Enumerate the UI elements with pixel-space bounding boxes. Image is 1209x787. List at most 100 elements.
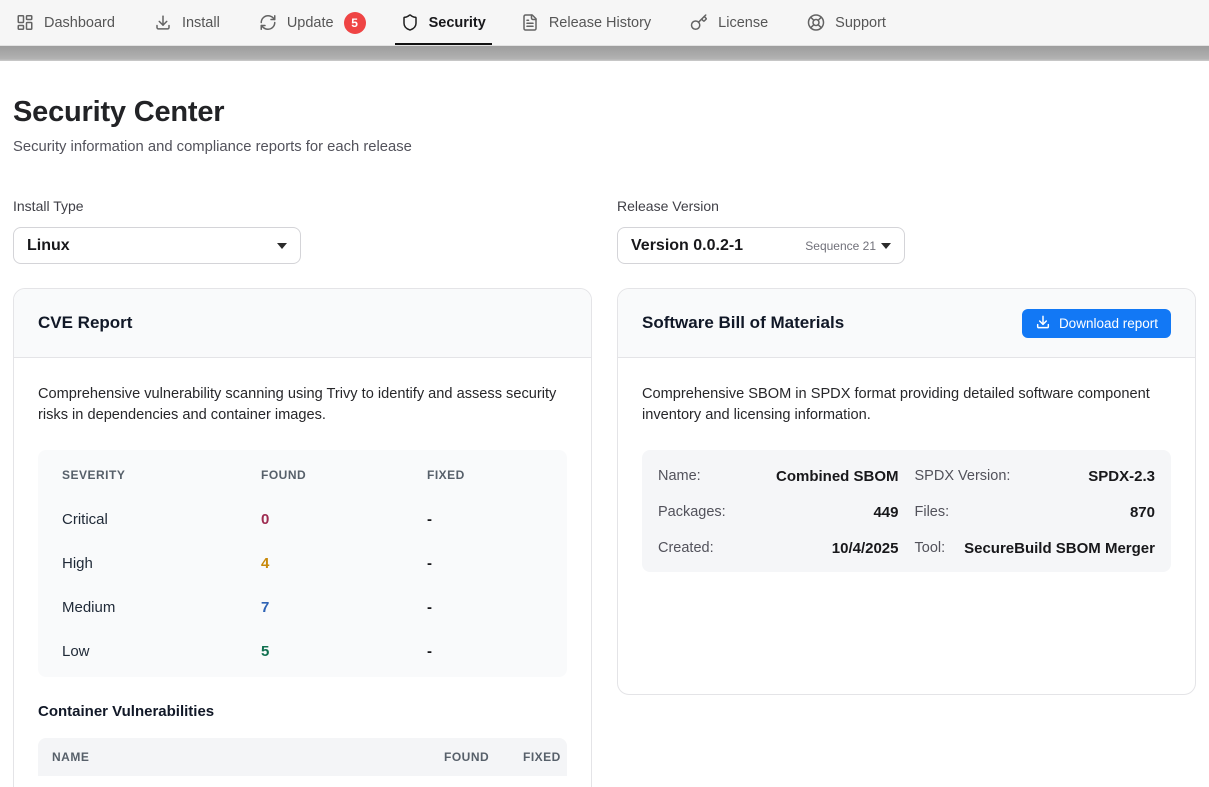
sbom-field: Created: 10/4/2025 <box>658 530 899 566</box>
nav-label: Release History <box>549 15 651 31</box>
sbom-field: Packages: 449 <box>658 494 899 530</box>
sbom-field-value: SecureBuild SBOM Merger <box>964 540 1155 557</box>
install-type-control: Install Type Linux <box>13 198 592 264</box>
found-cell: 5 <box>261 643 427 660</box>
nav-label: Security <box>429 15 486 31</box>
sbom-field-value: 870 <box>1130 504 1155 521</box>
layout-dashboard-icon <box>16 12 34 34</box>
sbom-field-value: Combined SBOM <box>776 468 899 485</box>
sbom-field-value: 10/4/2025 <box>832 540 899 557</box>
sbom-field-label: Name: <box>658 468 701 484</box>
fixed-cell: - <box>427 511 543 528</box>
sbom-field-value: 449 <box>873 504 898 521</box>
divider-band <box>0 45 1209 61</box>
container-vulns-table: NAME FOUND FIXED <box>38 738 567 776</box>
file-text-icon <box>521 12 539 34</box>
cve-card-body: Comprehensive vulnerability scanning usi… <box>14 358 591 787</box>
cards-grid: CVE Report Comprehensive vulnerability s… <box>13 288 1196 787</box>
nav-item-dashboard[interactable]: Dashboard <box>6 0 125 45</box>
install-type-label: Install Type <box>13 198 592 214</box>
install-type-value: Linux <box>27 237 70 255</box>
nav-item-license[interactable]: License <box>680 0 778 45</box>
key-icon <box>690 12 708 34</box>
controls-row: Install Type Linux Release Version Versi… <box>13 198 1196 264</box>
col-name: NAME <box>52 750 444 764</box>
table-row: Medium 7 - <box>38 585 567 629</box>
chevron-down-icon <box>881 243 891 249</box>
sbom-field: Files: 870 <box>915 494 1156 530</box>
main-content: Security Center Security information and… <box>0 96 1209 787</box>
sbom-card-header: Software Bill of Materials Download repo… <box>618 289 1195 358</box>
severity-cell: Medium <box>62 599 261 616</box>
col-fixed: FIXED <box>523 750 567 764</box>
sbom-field-label: SPDX Version: <box>915 468 1011 484</box>
fixed-cell: - <box>427 555 543 572</box>
top-nav: Dashboard Install Update 5 Security Rele… <box>0 0 1209 45</box>
download-report-button[interactable]: Download report <box>1022 309 1171 338</box>
sbom-row: Created: 10/4/2025 Tool: SecureBuild SBO… <box>658 530 1155 566</box>
severity-table-header: SEVERITY FOUND FIXED <box>38 452 567 497</box>
nav-label: Update <box>287 15 334 31</box>
release-version-control: Release Version Version 0.0.2-1 Sequence… <box>617 198 1196 264</box>
release-version-select[interactable]: Version 0.0.2-1 Sequence 21 <box>617 227 905 264</box>
sequence-badge: Sequence 21 <box>805 239 876 253</box>
nav-item-support[interactable]: Support <box>797 0 896 45</box>
nav-item-security[interactable]: Security <box>395 0 492 45</box>
sbom-field-label: Created: <box>658 540 714 556</box>
col-found: FOUND <box>444 750 523 764</box>
sbom-row: Name: Combined SBOM SPDX Version: SPDX-2… <box>658 458 1155 494</box>
sbom-field-label: Files: <box>915 504 950 520</box>
table-row: Low 5 - <box>38 629 567 673</box>
sbom-info-panel: Name: Combined SBOM SPDX Version: SPDX-2… <box>642 450 1171 572</box>
nav-item-release-history[interactable]: Release History <box>511 0 661 45</box>
sbom-field-label: Packages: <box>658 504 726 520</box>
cve-description: Comprehensive vulnerability scanning usi… <box>38 384 567 426</box>
download-icon <box>154 12 172 34</box>
severity-table: SEVERITY FOUND FIXED Critical 0 - High 4… <box>38 450 567 677</box>
sbom-field: SPDX Version: SPDX-2.3 <box>915 458 1156 494</box>
sbom-card-body: Comprehensive SBOM in SPDX format provid… <box>618 358 1195 596</box>
found-cell: 0 <box>261 511 427 528</box>
life-buoy-icon <box>807 12 825 34</box>
col-found: FOUND <box>261 468 427 482</box>
sbom-description: Comprehensive SBOM in SPDX format provid… <box>642 384 1171 426</box>
nav-label: Dashboard <box>44 15 115 31</box>
col-severity: SEVERITY <box>62 468 261 482</box>
page-title: Security Center <box>13 96 1196 129</box>
container-vulns-header: NAME FOUND FIXED <box>38 738 567 776</box>
sbom-field: Name: Combined SBOM <box>658 458 899 494</box>
sbom-card-title: Software Bill of Materials <box>642 313 844 333</box>
sbom-field: Tool: SecureBuild SBOM Merger <box>915 530 1156 566</box>
download-report-label: Download report <box>1059 316 1158 331</box>
install-type-select[interactable]: Linux <box>13 227 301 264</box>
release-version-value: Version 0.0.2-1 <box>631 237 743 255</box>
nav-item-update[interactable]: Update 5 <box>249 0 376 45</box>
cve-card-header: CVE Report <box>14 289 591 358</box>
release-version-label: Release Version <box>617 198 1196 214</box>
nav-label: License <box>718 15 768 31</box>
refresh-icon <box>259 12 277 34</box>
shield-icon <box>401 12 419 34</box>
found-cell: 7 <box>261 599 427 616</box>
download-icon <box>1035 314 1051 333</box>
sbom-card: Software Bill of Materials Download repo… <box>617 288 1196 695</box>
col-fixed: FIXED <box>427 468 543 482</box>
fixed-cell: - <box>427 643 543 660</box>
sbom-row: Packages: 449 Files: 870 <box>658 494 1155 530</box>
table-row: High 4 - <box>38 541 567 585</box>
nav-label: Support <box>835 15 886 31</box>
nav-label: Install <box>182 15 220 31</box>
nav-item-install[interactable]: Install <box>144 0 230 45</box>
fixed-cell: - <box>427 599 543 616</box>
found-cell: 4 <box>261 555 427 572</box>
sbom-field-value: SPDX-2.3 <box>1088 468 1155 485</box>
severity-cell: High <box>62 555 261 572</box>
severity-cell: Critical <box>62 511 261 528</box>
sbom-field-label: Tool: <box>915 540 946 556</box>
cve-report-card: CVE Report Comprehensive vulnerability s… <box>13 288 592 787</box>
update-count-badge: 5 <box>344 12 366 34</box>
container-vulns-title: Container Vulnerabilities <box>38 703 567 721</box>
table-row: Critical 0 - <box>38 497 567 541</box>
severity-cell: Low <box>62 643 261 660</box>
chevron-down-icon <box>277 243 287 249</box>
